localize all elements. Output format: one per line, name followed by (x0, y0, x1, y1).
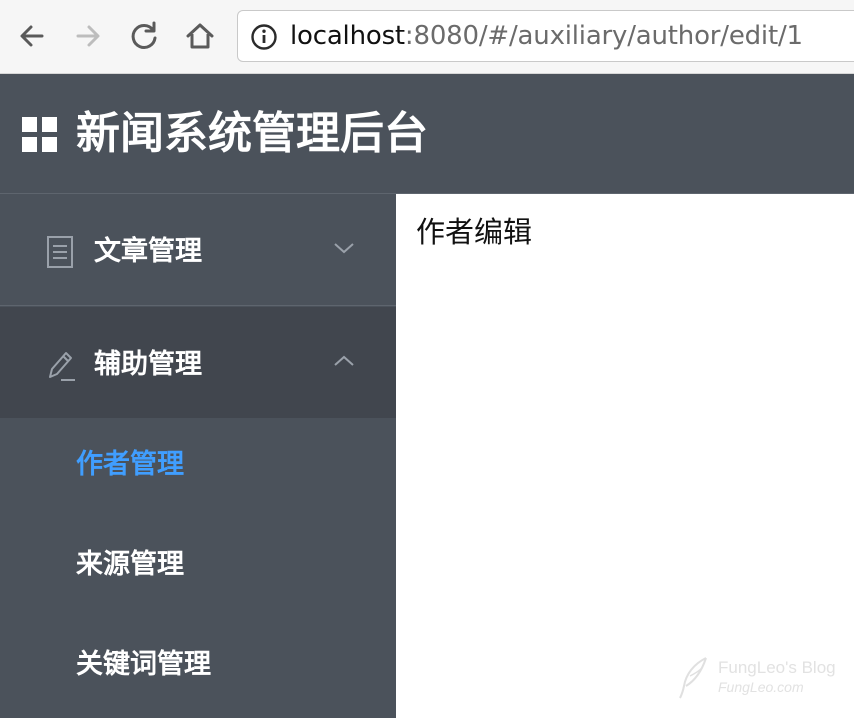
app-title: 新闻系统管理后台 (76, 108, 428, 159)
url-path: :8080/#/auxiliary/author/edit/1 (404, 21, 803, 51)
sidebar-menu: 文章管理 辅助管理 作者管理 来源管理 关键词管理 (0, 194, 396, 718)
menu-group-articles[interactable]: 文章管理 (0, 194, 396, 306)
url-text[interactable]: localhost:8080/#/auxiliary/author/edit/1 (290, 20, 803, 52)
reload-icon[interactable] (126, 18, 162, 54)
menu-item-label: 关键词管理 (76, 649, 211, 680)
menu-item-keyword[interactable]: 关键词管理 (0, 618, 396, 718)
url-host: localhost (290, 21, 405, 51)
menu-group-label: 辅助管理 (94, 349, 202, 380)
grid-icon (22, 117, 58, 157)
chevron-up-icon (332, 353, 356, 373)
watermark-url: FungLeo.com (718, 679, 804, 695)
chevron-down-icon (332, 240, 356, 260)
menu-item-label: 来源管理 (76, 549, 184, 580)
browser-toolbar: localhost:8080/#/auxiliary/author/edit/1 (0, 0, 854, 74)
app-header: 新闻系统管理后台 (0, 74, 854, 194)
watermark: FungLeo's Blog FungLeo.com (676, 654, 846, 702)
menu-item-author[interactable]: 作者管理 (0, 418, 396, 518)
document-icon (44, 234, 76, 274)
menu-item-label: 作者管理 (76, 449, 184, 480)
quill-logo-icon (676, 656, 712, 704)
watermark-title: FungLeo's Blog (718, 658, 836, 677)
menu-group-auxiliary[interactable]: 辅助管理 (0, 307, 396, 418)
home-icon[interactable] (182, 18, 218, 54)
back-icon[interactable] (14, 18, 50, 54)
address-bar[interactable]: localhost:8080/#/auxiliary/author/edit/1 (237, 10, 854, 62)
info-icon[interactable] (250, 23, 278, 55)
page-title: 作者编辑 (416, 215, 533, 249)
menu-group-label: 文章管理 (94, 236, 202, 267)
forward-icon[interactable] (70, 18, 106, 54)
edit-pencil-icon (44, 347, 78, 387)
main-content: 作者编辑 (396, 194, 854, 710)
menu-item-source[interactable]: 来源管理 (0, 518, 396, 618)
